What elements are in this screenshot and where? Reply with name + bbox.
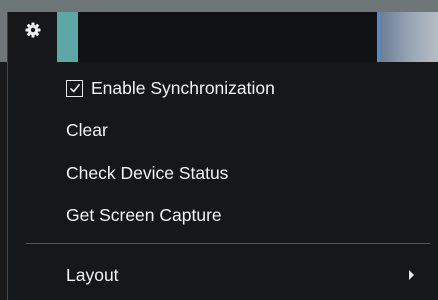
menu-item-clear[interactable]: Clear — [66, 113, 108, 147]
menu-separator — [26, 243, 430, 244]
menu-item-label: Enable Synchronization — [91, 77, 275, 98]
menu-item-label: Check Device Status — [66, 162, 229, 183]
gear-icon — [25, 22, 41, 38]
background-region — [380, 12, 438, 62]
toolbar — [0, 0, 438, 62]
content-panel — [78, 12, 377, 62]
enable-sync-checkbox[interactable] — [66, 79, 83, 97]
checkmark-icon — [69, 83, 80, 93]
menu-item-enable-synchronization[interactable]: Enable Synchronization — [66, 71, 275, 105]
menu-item-label: Get Screen Capture — [66, 204, 222, 225]
submenu-arrow-icon — [409, 270, 414, 280]
settings-button[interactable] — [7, 12, 57, 62]
menu-item-layout[interactable]: Layout — [66, 258, 119, 292]
menu-item-get-screen-capture[interactable]: Get Screen Capture — [66, 198, 222, 232]
menu-item-label: Layout — [66, 264, 119, 285]
teal-strip — [57, 12, 78, 62]
menu-item-check-device-status[interactable]: Check Device Status — [66, 156, 228, 190]
settings-menu: Enable Synchronization Clear Check Devic… — [7, 62, 438, 300]
menu-item-label: Clear — [66, 119, 108, 140]
